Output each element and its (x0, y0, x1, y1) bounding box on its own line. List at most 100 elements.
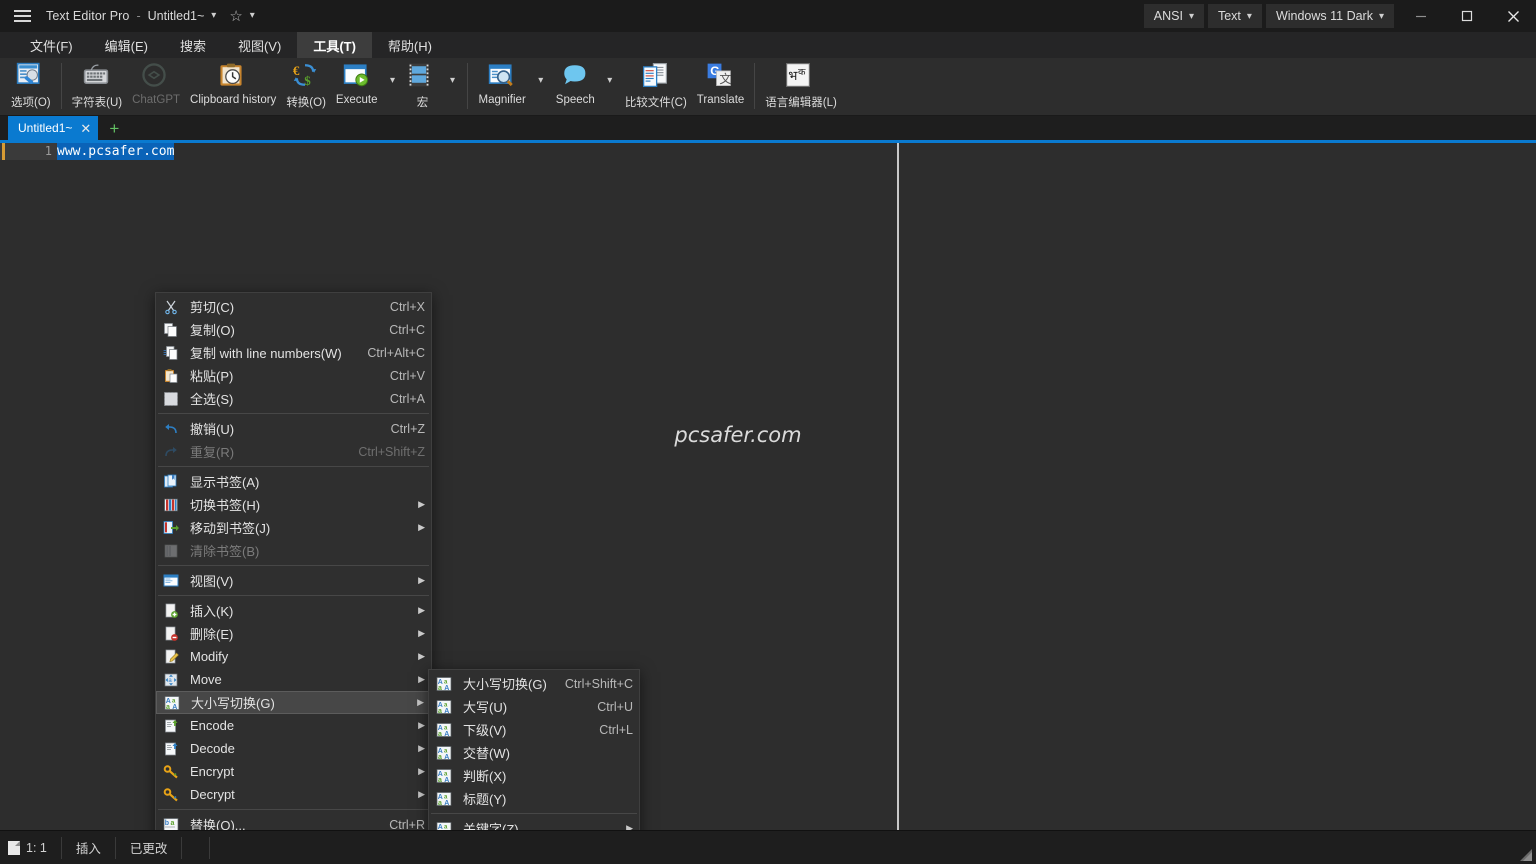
filetype-selector[interactable]: Text ▾ (1207, 4, 1262, 28)
maximize-button[interactable] (1444, 0, 1490, 32)
menu-item-decrypt-icon[interactable]: Decrypt ▶ (156, 783, 431, 806)
menu-item-modify-icon[interactable]: Modify ▶ (156, 645, 431, 668)
menu-item-view-icon[interactable]: 视图(V) ▶ (156, 569, 431, 592)
menu-item-case-convert-icon[interactable]: Aa a A 判断(X) (429, 764, 639, 787)
toolbar-button-clipboard-history-icon[interactable]: Clipboard history (185, 58, 281, 116)
tab-untitled1[interactable]: Untitled1~ ✕ (8, 116, 99, 140)
menu-item-shortcut: Ctrl+Shift+C (564, 676, 633, 691)
menu-item-label: Modify (190, 649, 229, 664)
menu-item-label: 大小写切换(G) (463, 677, 547, 692)
status-position-label: 1: 1 (26, 840, 47, 855)
toolbar-button-label: 语言编辑器(L) (765, 97, 837, 109)
menubar-item-1[interactable]: 编辑(E) (89, 32, 164, 58)
menubar-item-label: 搜索 (179, 38, 206, 54)
main-menu-hamburger-icon[interactable] (0, 0, 44, 32)
menu-item-case-convert-icon[interactable]: Aa a A 标题(Y) (429, 787, 639, 810)
menu-item-goto-bookmark-icon[interactable]: 移动到书签(J) ▶ (156, 516, 431, 539)
menu-item-case-convert-icon[interactable]: Aa a A 大小写切换(G) Ctrl+Shift+C (429, 672, 639, 695)
context-submenu-case-convert[interactable]: Aa a A 大小写切换(G) Ctrl+Shift+C Aa a A 大写(U) Ctrl+U A… (428, 669, 640, 830)
menu-item-replace-icon[interactable]: b a 替换(Q)... Ctrl+R (156, 813, 431, 830)
undo-icon (163, 421, 181, 437)
menu-item-encrypt-icon[interactable]: Encrypt ▶ (156, 760, 431, 783)
menu-item-label: 大写(U) (463, 700, 508, 715)
editor-split-handle[interactable] (897, 143, 899, 830)
status-insert-mode[interactable]: 插入 (62, 836, 116, 859)
status-position[interactable]: 1: 1 (0, 836, 62, 859)
toolbar-button-execute-icon[interactable]: Execute (331, 58, 383, 116)
menu-item-paste-icon[interactable]: 粘贴(P) Ctrl+V (156, 364, 431, 387)
execute-icon (341, 62, 373, 92)
toolbar-button-compare-files-icon[interactable]: 比较文件(C) (620, 58, 692, 116)
tab-close-icon[interactable]: ✕ (80, 122, 91, 135)
context-menu[interactable]: 剪切(C) Ctrl+X 复制(O) Ctrl+C 复制 with line numbe… (155, 292, 432, 830)
toolbar-button-charmap-icon[interactable]: 字符表(U) (67, 58, 127, 116)
minimize-button[interactable] (1398, 0, 1444, 32)
toolbar-button-label: Execute (335, 94, 378, 106)
new-tab-plus-icon[interactable]: + (98, 116, 130, 140)
menu-item-case-convert-icon[interactable]: Aa a A 下级(V) Ctrl+L (429, 718, 639, 741)
toolbar-button-magnifier-icon[interactable]: Magnifier (473, 58, 530, 116)
toolbar-button-translate-icon[interactable]: G 文 Translate (692, 58, 750, 116)
editor-line-text[interactable]: www.pcsafer.com (57, 143, 175, 160)
menubar-item-4[interactable]: 工具(T) (297, 32, 372, 58)
menu-item-case-convert-icon[interactable]: Aa a A 大写(U) Ctrl+U (429, 695, 639, 718)
menu-item-label: Encrypt (190, 764, 235, 779)
menu-item-show-bookmarks-icon[interactable]: 显示书签(A) (156, 470, 431, 493)
close-button[interactable] (1490, 0, 1536, 32)
theme-selector[interactable]: Windows 11 Dark ▾ (1265, 4, 1394, 28)
menu-item-cut-icon[interactable]: 剪切(C) Ctrl+X (156, 295, 431, 318)
menubar-item-3[interactable]: 视图(V) (222, 32, 297, 58)
menu-item-case-convert-icon[interactable]: Aa a A 交替(W) (429, 741, 639, 764)
menu-separator (158, 565, 429, 566)
menu-item-toggle-bookmark-icon[interactable]: 切换书签(H) ▶ (156, 493, 431, 516)
menubar-item-5[interactable]: 帮助(H) (372, 32, 448, 58)
favorites-chevron-down-icon[interactable]: ▾ (250, 10, 255, 21)
case-convert-icon: AaaA (436, 722, 454, 738)
status-modified-label: 已更改 (129, 842, 168, 856)
toolbar-dropdown-chevron-down-icon[interactable]: ▾ (531, 58, 551, 116)
menu-item-case-convert-icon[interactable]: Aa a A 大小写切换(G) ▶ (156, 691, 431, 714)
editor-pane-right[interactable] (900, 143, 1536, 830)
svg-text:a: a (438, 830, 442, 831)
toolbar-dropdown-chevron-down-icon[interactable]: ▾ (600, 58, 620, 116)
menubar-item-2[interactable]: 搜索 (164, 32, 222, 58)
menu-item-copy-icon[interactable]: 复制(O) Ctrl+C (156, 318, 431, 341)
menubar-item-0[interactable]: 文件(F) (14, 32, 89, 58)
svg-text:€: € (293, 63, 300, 78)
svg-text:A: A (444, 830, 449, 831)
svg-text:A: A (444, 685, 449, 692)
menu-item-delete-icon[interactable]: 删除(E) ▶ (156, 622, 431, 645)
menu-item-insert-icon[interactable]: 插入(K) ▶ (156, 599, 431, 622)
toolbar-dropdown-chevron-down-icon[interactable]: ▾ (382, 58, 402, 116)
menu-item-move-icon[interactable]: a Move ▶ (156, 668, 431, 691)
goto-bookmark-icon (163, 520, 181, 536)
toolbar-button-language-editor-icon[interactable]: भ क 语言编辑器(L) (760, 58, 842, 116)
toolbar-button-currency-convert-icon[interactable]: € $ 转换(O) (281, 58, 331, 116)
favorite-star-icon[interactable]: ☆ (229, 9, 242, 24)
resize-grip-icon[interactable] (1517, 846, 1533, 862)
svg-text:a: a (438, 731, 442, 738)
menu-item-select-all-icon[interactable]: 全选(S) Ctrl+A (156, 387, 431, 410)
toolbar-button-macro-icon[interactable]: 宏 (402, 58, 442, 116)
toolbar-dropdown-chevron-down-icon[interactable]: ▾ (442, 58, 462, 116)
encoding-selector[interactable]: ANSI ▾ (1143, 4, 1204, 28)
toolbar-button-options-icon[interactable]: 选项(O) (6, 58, 56, 116)
menu-item-copy-lines-icon[interactable]: 复制 with line numbers(W) Ctrl+Alt+C (156, 341, 431, 364)
toolbar-button-label: Magnifier (478, 94, 526, 106)
toolbar-button-speech-icon[interactable]: Speech (551, 58, 600, 116)
document-chevron-down-icon[interactable]: ▾ (211, 10, 216, 21)
compare-files-icon (640, 62, 672, 92)
options-icon (15, 62, 47, 92)
status-modified[interactable]: 已更改 (116, 836, 183, 859)
menu-item-label: 显示书签(A) (190, 475, 260, 490)
menu-item-encode-icon[interactable]: Encode ▶ (156, 714, 431, 737)
editor-gutter[interactable]: 1 (0, 143, 57, 160)
menu-item-case-convert-icon[interactable]: AaaA 关键字(Z) ▶ (429, 817, 639, 830)
chatgpt-icon (140, 62, 172, 92)
menu-item-label: 视图(V) (190, 574, 234, 589)
menu-item-undo-icon[interactable]: 撤销(U) Ctrl+Z (156, 417, 431, 440)
encoding-chevron-down-icon: ▾ (1188, 10, 1194, 22)
menu-item-label: 下级(V) (463, 723, 507, 738)
menu-item-decode-icon[interactable]: Decode ▶ (156, 737, 431, 760)
svg-text:a: a (438, 777, 442, 784)
